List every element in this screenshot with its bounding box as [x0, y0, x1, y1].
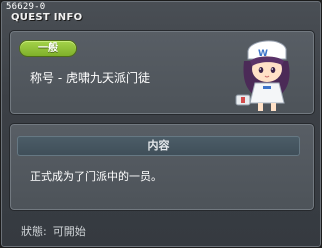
- quest-category-badge: 一般: [20, 41, 76, 56]
- quest-id-label: 56629-0: [6, 2, 46, 12]
- quest-info-window: 56629-0 QUEST INFO 一般 称号 - 虎啸九天派门徒 W 内容 …: [0, 0, 322, 248]
- quest-name: 称号 - 虎啸九天派门徒: [30, 71, 150, 85]
- quest-content-panel: 内容 正式成为了门派中的一员。: [9, 123, 315, 211]
- quest-summary-panel: 一般 称号 - 虎啸九天派门徒 W: [9, 30, 315, 115]
- status-label: 狀態:: [21, 225, 47, 238]
- quest-status: 狀態: 可開始: [21, 223, 92, 239]
- status-value: 可開始: [52, 225, 86, 238]
- content-text: 正式成为了门派中的一员。: [30, 170, 162, 183]
- npc-portrait-icon: W: [235, 40, 290, 111]
- window-title: QUEST INFO: [11, 12, 83, 23]
- content-header: 内容: [17, 136, 300, 156]
